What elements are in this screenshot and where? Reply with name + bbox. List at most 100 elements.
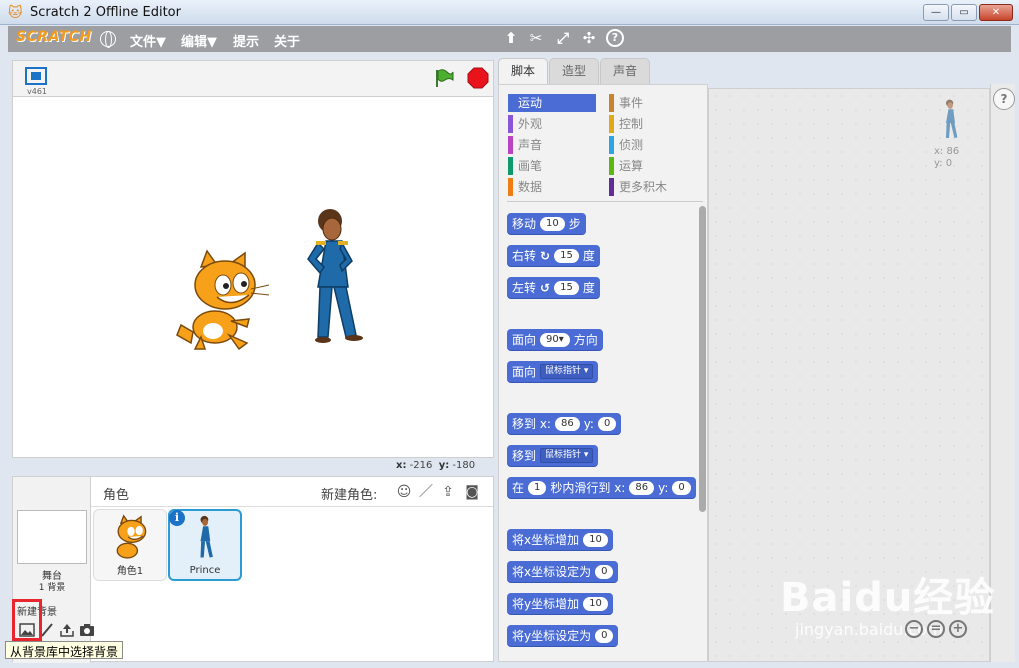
y-coord-value: -180 (452, 460, 476, 471)
category-looks[interactable]: 外观 (508, 115, 596, 133)
category-label: 数据 (518, 180, 543, 194)
block-number-input[interactable]: 10 (540, 216, 565, 231)
menu-edit[interactable]: 编辑▼ (181, 31, 217, 50)
block-text: 将y坐标增加 (512, 597, 580, 611)
stage-selector[interactable]: 舞台 1 背景 新建背景 (13, 477, 94, 663)
block-go-to[interactable]: 移到 鼠标指针 ▾ (507, 445, 599, 467)
fullscreen-icon[interactable] (25, 67, 47, 85)
zoom-in-icon[interactable]: + (949, 620, 967, 638)
block-number-input[interactable]: 10 (583, 596, 608, 611)
new-sprite-label: 新建角色: (321, 488, 378, 503)
prince-sprite[interactable] (298, 207, 378, 347)
tab-scripts[interactable]: 脚本 (498, 58, 548, 85)
zoom-out-icon[interactable]: − (905, 620, 923, 638)
help-icon[interactable]: ? (993, 88, 1015, 110)
block-number-input[interactable]: 15 (554, 248, 579, 263)
tab-costumes[interactable]: 造型 (549, 58, 599, 84)
scratch-cat-sprite[interactable] (173, 247, 273, 352)
category-sensing[interactable]: 侦测 (609, 136, 697, 154)
category-label: 外观 (518, 117, 543, 131)
category-pen[interactable]: 画笔 (508, 157, 596, 175)
shrink-icon[interactable]: ✣ (580, 29, 598, 47)
choose-backdrop-library-icon[interactable] (19, 622, 35, 638)
sprites-header: 角色 新建角色: ☺ ／ ⇪ ◙ (91, 477, 493, 507)
stage-canvas[interactable] (12, 96, 494, 458)
block-text: y: (658, 480, 669, 495)
category-motion[interactable]: 运动 (508, 94, 596, 112)
cut-scissors-icon[interactable]: ✂ (527, 29, 545, 47)
window-title-bar: 🐱 Scratch 2 Offline Editor — ▭ ✕ (0, 0, 1019, 25)
menu-file[interactable]: 文件▼ (130, 31, 166, 50)
paint-sprite-icon[interactable]: ／ (417, 483, 435, 501)
block-change-y[interactable]: 将y坐标增加 10 (507, 593, 613, 615)
block-turn-right[interactable]: 右转 ↻ 15 度 (507, 245, 600, 267)
block-palette: 运动 事件 外观 控制 声音 侦测 画笔 运算 数据 更多积木 移动 10 步 … (498, 84, 708, 662)
category-sound[interactable]: 声音 (508, 136, 596, 154)
block-number-value: 90 (546, 333, 559, 345)
tab-sounds[interactable]: 声音 (600, 58, 650, 84)
block-glide[interactable]: 在 1 秒内滑行到 x: 86 y: 0 (507, 477, 696, 499)
grow-icon[interactable]: ⤢ (554, 29, 572, 47)
block-number-input[interactable]: 1 (528, 480, 547, 495)
maximize-button[interactable]: ▭ (951, 4, 977, 21)
category-label: 侦测 (619, 138, 644, 152)
block-number-input[interactable]: 15 (554, 280, 579, 295)
block-point-in-direction[interactable]: 面向 90▾ 方向 (507, 329, 603, 351)
sprite-x-value: 86 (946, 146, 960, 157)
mouse-coordinates: x: -216 y: -180 (396, 460, 475, 471)
block-text: 面向 (512, 333, 537, 347)
block-number-input[interactable]: 0 (672, 480, 691, 495)
block-number-input[interactable]: 86 (629, 480, 655, 495)
choose-sprite-library-icon[interactable]: ☺ (395, 483, 413, 501)
category-events[interactable]: 事件 (609, 94, 697, 112)
palette-scrollbar[interactable] (699, 206, 706, 512)
block-set-x[interactable]: 将x坐标设定为 0 (507, 561, 619, 583)
category-label: 运动 (518, 96, 543, 110)
block-turn-left[interactable]: 左转 ↺ 15 度 (507, 277, 600, 299)
close-button[interactable]: ✕ (979, 4, 1013, 21)
help-block-icon[interactable]: ? (606, 29, 624, 47)
stop-sign-icon[interactable] (467, 67, 489, 89)
upload-sprite-icon[interactable]: ⇪ (439, 483, 457, 501)
category-more-blocks[interactable]: 更多积木 (609, 178, 697, 196)
block-dropdown[interactable]: 鼠标指针 ▾ (540, 364, 594, 379)
block-set-y[interactable]: 将y坐标设定为 0 (507, 625, 619, 647)
block-number-input[interactable]: 0 (595, 628, 614, 643)
category-data[interactable]: 数据 (508, 178, 596, 196)
block-text: 度 (582, 281, 595, 295)
camera-sprite-icon[interactable]: ◙ (463, 483, 481, 501)
block-go-to-xy[interactable]: 移到 x: 86 y: 0 (507, 413, 622, 435)
version-label: v461 (27, 87, 48, 96)
sprite-name: 角色1 (116, 566, 144, 577)
upload-backdrop-icon[interactable] (59, 622, 75, 638)
menu-tips[interactable]: 提示 (233, 31, 259, 50)
block-dropdown-value: 鼠标指针 (545, 450, 582, 460)
block-number-input[interactable]: 86 (554, 416, 580, 431)
duplicate-stamp-icon[interactable]: ⬆ (502, 29, 520, 47)
block-number-input[interactable]: 10 (583, 532, 608, 547)
stage-thumbnail[interactable] (17, 510, 87, 564)
block-text: 在 (512, 481, 525, 495)
green-flag-icon[interactable] (433, 67, 455, 89)
block-dropdown[interactable]: 鼠标指针 ▾ (540, 448, 594, 463)
category-label: 更多积木 (619, 180, 668, 194)
info-icon[interactable]: i (169, 510, 185, 526)
category-operators[interactable]: 运算 (609, 157, 697, 175)
block-number-input[interactable]: 0 (597, 416, 617, 431)
block-move-steps[interactable]: 移动 10 步 (507, 213, 586, 235)
block-text: 度 (582, 249, 595, 263)
menu-about[interactable]: 关于 (274, 31, 300, 50)
block-number-input[interactable]: 0 (595, 564, 614, 579)
scratch-logo[interactable]: SCRATCH (16, 29, 92, 45)
sprite-card[interactable]: 角色1 (93, 509, 167, 581)
block-change-x[interactable]: 将x坐标增加 10 (507, 529, 613, 551)
minimize-button[interactable]: — (923, 4, 949, 21)
paint-backdrop-icon[interactable] (39, 622, 55, 638)
sprite-card-selected[interactable]: i Prince (168, 509, 242, 581)
category-control[interactable]: 控制 (609, 115, 697, 133)
block-number-dropdown[interactable]: 90▾ (540, 332, 570, 347)
camera-backdrop-icon[interactable] (79, 622, 95, 638)
language-globe-icon[interactable] (100, 31, 116, 48)
block-point-towards[interactable]: 面向 鼠标指针 ▾ (507, 361, 599, 383)
zoom-reset-icon[interactable]: = (927, 620, 945, 638)
